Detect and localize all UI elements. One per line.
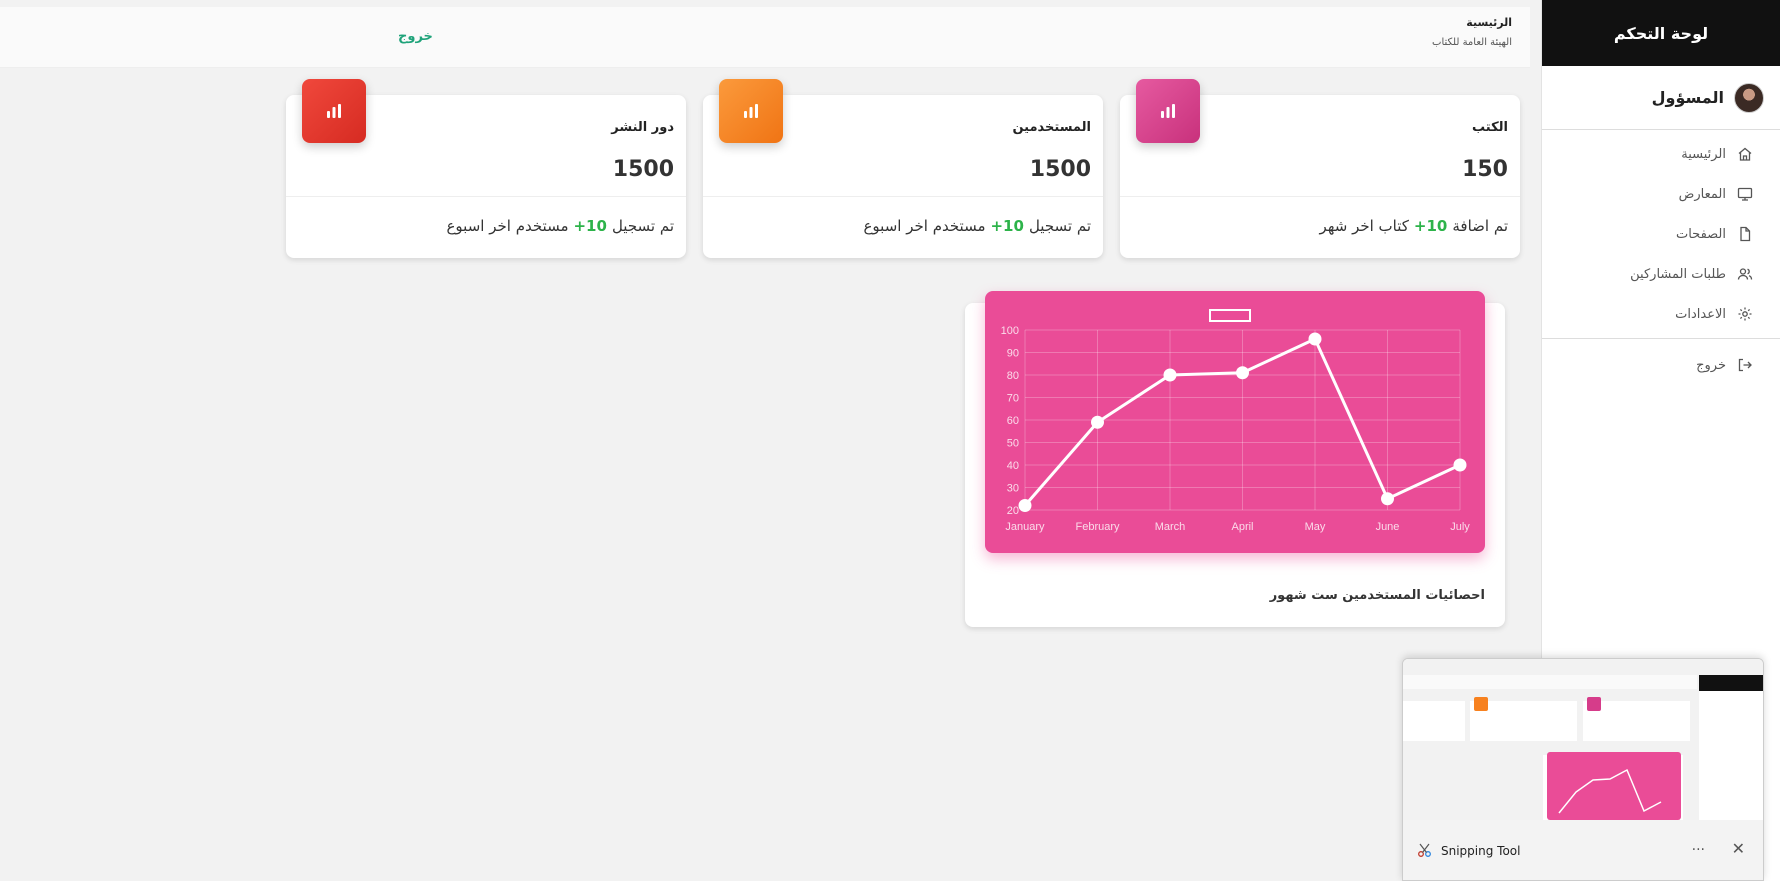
card-value: 1500 [612,157,674,182]
scissors-icon [1417,842,1433,861]
organization-name: الهيئة العامة للكتاب [1432,37,1512,48]
sidebar-item-label: الصفحات [1675,226,1726,242]
x-tick-label: April [1231,521,1253,533]
data-point [1018,499,1032,512]
sidebar-item-settings[interactable]: الاعدادات [1542,294,1780,334]
sidebar-item-logout[interactable]: خروج [1542,345,1780,385]
sidebar-item-label: الاعدادات [1675,306,1726,322]
users-line-chart: 20 30 40 50 60 70 80 90 100 January February March A… [985,291,1485,553]
gear-icon [1736,305,1754,323]
data-point [1453,458,1467,472]
footer-suffix: كتاب اخر شهر [1319,217,1409,235]
sidebar-item-participant-requests[interactable]: طلبات المشاركين [1542,254,1780,294]
chart-svg: 20 30 40 50 60 70 80 90 100 January February March A… [1001,309,1470,533]
monitor-icon [1736,185,1754,203]
sidebar-item-exhibitions[interactable]: المعارض [1542,174,1780,214]
sidebar-header: لوحة التحكم [1542,0,1780,66]
chart-bars-icon[interactable] [302,79,366,143]
footer-highlight: +10 [573,217,607,235]
sidebar-item-label: الرئيسية [1681,146,1726,162]
user-name: المسؤول [1651,88,1724,107]
x-tick-label: May [1305,521,1326,533]
chart-bars-icon[interactable] [719,79,783,143]
stat-card-publishers: دور النشر 1500 مستخدم اخر اسبوع +10 تم ت… [286,79,686,258]
card-title: الكتب [1472,120,1508,135]
logout-icon [1736,356,1754,374]
y-tick-label: 90 [1007,348,1019,360]
y-tick-label: 30 [1007,483,1019,495]
data-point [1236,366,1249,380]
footer-suffix: مستخدم اخر اسبوع [863,217,986,235]
y-tick-label: 40 [1007,460,1019,472]
user-profile[interactable]: المسؤول [1542,66,1780,130]
screenshot-thumbnail[interactable] [1403,659,1763,820]
avatar[interactable] [1734,82,1764,113]
footer-prefix: تم اضافة [1452,217,1508,235]
stat-card-books: الكتب 150 كتاب اخر شهر +10 تم اضافة [1120,79,1520,258]
snipping-tool-bar: Snipping Tool ··· ✕ [1403,820,1763,880]
card-footer: مستخدم اخر اسبوع +10 تم تسجيل [863,217,1091,235]
data-point [1381,492,1394,506]
topbar: الرئيسية الهيئة العامة للكتاب خروج [0,7,1530,68]
users-icon [1736,265,1754,283]
card-divider [703,196,1103,197]
footer-prefix: تم تسجيل [611,217,674,235]
data-point [1091,415,1104,429]
y-tick-label: 80 [1007,370,1019,382]
sidebar-item-label: طلبات المشاركين [1630,266,1726,282]
sidebar-divider [1542,338,1780,339]
home-icon [1736,145,1754,163]
sidebar-item-pages[interactable]: الصفحات [1542,214,1780,254]
y-tick-label: 50 [1007,438,1019,450]
card-footer: مستخدم اخر اسبوع +10 تم تسجيل [446,217,674,235]
card-value: 150 [1462,157,1508,182]
card-value: 1500 [1029,157,1091,182]
x-tick-label: July [1450,521,1470,533]
legend-box [1209,309,1251,322]
more-options-button[interactable]: ··· [1692,842,1705,858]
stat-card-users: المستخدمين 1500 مستخدم اخر اسبوع +10 تم … [703,79,1103,258]
footer-highlight: +10 [990,217,1024,235]
sidebar-menu: الرئيسية المعارض الصفحات طلبات المشاركين… [1542,130,1780,334]
y-tick-label: 100 [1001,325,1019,337]
data-point [1163,368,1177,382]
card-title: دور النشر [611,120,674,135]
sidebar-title: لوحة التحكم [1613,23,1709,43]
card-divider [1120,196,1520,197]
y-tick-label: 20 [1007,505,1019,517]
chart-caption: احصائيات المستخدمين ست شهور [1269,588,1485,603]
thumbnail-preview [1403,659,1763,820]
footer-prefix: تم تسجيل [1028,217,1091,235]
card-divider [286,196,686,197]
sidebar-item-label: خروج [1696,357,1726,373]
chart-bars-icon[interactable] [1136,79,1200,143]
card-title: المستخدمين [1012,120,1091,135]
y-tick-label: 60 [1007,415,1019,427]
x-tick-label: February [1075,521,1120,533]
app-name: Snipping Tool [1441,844,1521,858]
x-tick-label: January [1005,521,1045,533]
page-title: الرئيسية [1466,16,1512,29]
footer-highlight: +10 [1413,217,1448,235]
x-tick-label: March [1155,521,1186,533]
data-point [1308,332,1322,346]
sidebar-item-home[interactable]: الرئيسية [1542,134,1780,174]
sidebar-item-label: المعارض [1678,186,1726,202]
y-tick-label: 70 [1007,393,1019,405]
close-button[interactable]: ✕ [1732,839,1745,858]
file-icon [1736,225,1754,243]
logout-link[interactable]: خروج [398,29,433,44]
footer-suffix: مستخدم اخر اسبوع [446,217,569,235]
card-footer: كتاب اخر شهر +10 تم اضافة [1320,217,1508,235]
snipping-tool-popup[interactable]: Snipping Tool ··· ✕ [1402,658,1764,881]
x-tick-label: June [1376,521,1400,533]
breadcrumb: الرئيسية الهيئة العامة للكتاب [1432,16,1512,48]
